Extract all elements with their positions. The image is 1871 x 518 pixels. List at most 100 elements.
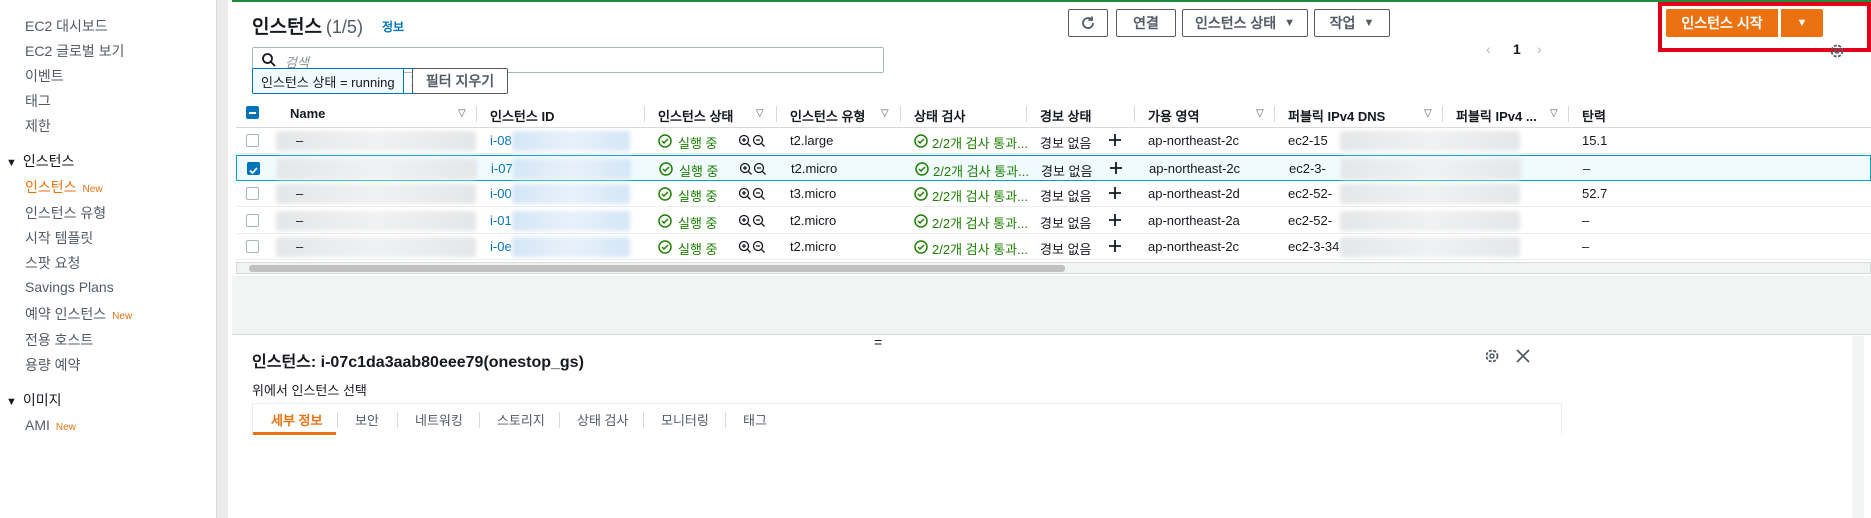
add-icon[interactable] — [1108, 213, 1122, 227]
column-divider[interactable] — [1442, 106, 1443, 122]
sidebar-item-limits[interactable]: 제한 — [25, 116, 51, 136]
column-divider[interactable] — [1274, 106, 1275, 122]
zoom-out-icon[interactable] — [752, 187, 766, 201]
row-checkbox[interactable] — [246, 187, 259, 200]
column-divider[interactable] — [644, 106, 645, 122]
add-icon[interactable] — [1108, 186, 1122, 200]
zoom-out-icon[interactable] — [752, 240, 766, 254]
connect-button[interactable]: 연결 — [1116, 9, 1176, 37]
sort-icon[interactable]: ▽ — [1256, 108, 1264, 119]
column-header-availability-zone[interactable]: 가용 영역 — [1148, 106, 1199, 125]
split-pane-divider[interactable] — [232, 334, 1871, 335]
zoom-in-icon[interactable] — [738, 240, 752, 254]
sidebar-section-instances[interactable]: ▼ 인스턴스 — [6, 151, 74, 171]
settings-gear-icon[interactable] — [1484, 348, 1500, 367]
column-divider[interactable] — [1134, 106, 1135, 122]
cell-status-check[interactable]: 2/2개 검사 통과... — [932, 133, 1028, 152]
sidebar-item-events[interactable]: 이벤트 — [25, 66, 64, 86]
vertical-scrollbar[interactable] — [1852, 336, 1864, 518]
column-divider[interactable] — [1568, 106, 1569, 122]
cell-instance-id[interactable]: i-07 — [491, 161, 513, 176]
zoom-in-icon[interactable] — [738, 134, 752, 148]
sidebar-item-launch-templates[interactable]: 시작 템플릿 — [25, 228, 93, 248]
tab-monitoring[interactable]: 모니터링 — [661, 410, 709, 429]
column-divider[interactable] — [900, 106, 901, 122]
sidebar-item-ec2-global-view[interactable]: EC2 글로벌 보기 — [25, 41, 124, 61]
zoom-out-icon[interactable] — [753, 162, 767, 176]
sort-icon[interactable]: ▽ — [1424, 108, 1432, 119]
column-header-instance-state[interactable]: 인스턴스 상태 — [658, 106, 733, 125]
sidebar-item-instance-types[interactable]: 인스턴스 유형 — [25, 203, 106, 223]
sidebar-item-spot-requests[interactable]: 스팟 요청 — [25, 253, 80, 273]
table-row[interactable]: i-07 실행 중 t2.micro 2/2개 검사 통과... 경보 없음 ap-nor… — [236, 154, 1871, 181]
cell-status-check[interactable]: 2/2개 검사 통과... — [932, 239, 1028, 258]
cell-instance-id[interactable]: i-0e — [490, 239, 512, 254]
sidebar-item-tags[interactable]: 태그 — [25, 91, 51, 111]
column-header-name[interactable]: Name — [290, 106, 325, 121]
column-header-public-dns[interactable]: 퍼블릭 IPv4 DNS — [1288, 106, 1385, 125]
prev-page-icon[interactable]: ‹ — [1486, 41, 1491, 57]
sidebar-section-images[interactable]: ▼ 이미지 — [6, 390, 62, 410]
table-row[interactable]: – i-00 실행 중 t3.micro 2/2개 검사 통과... 경보 없음 ap-no… — [236, 181, 1871, 207]
instance-state-dropdown[interactable]: 인스턴스 상태 ▼ — [1182, 9, 1308, 37]
row-checkbox[interactable] — [246, 213, 259, 227]
zoom-out-icon[interactable] — [752, 214, 766, 228]
sidebar-item-dedicated-hosts[interactable]: 전용 호스트 — [25, 330, 93, 350]
table-row[interactable]: – i-0e 실행 중 t2.micro 2/2개 검사 통과... 경보 없음 ap-no… — [236, 234, 1871, 260]
cell-instance-id[interactable]: i-01 — [490, 213, 512, 228]
add-icon[interactable] — [1109, 161, 1123, 175]
clear-filters-button[interactable]: 필터 지우기 — [412, 68, 508, 94]
sidebar-item-ami[interactable]: AMI New — [25, 417, 76, 433]
column-divider[interactable] — [1026, 106, 1027, 122]
sort-icon[interactable]: ▽ — [1550, 108, 1558, 119]
sidebar-item-capacity-reservations[interactable]: 용량 예약 — [25, 355, 80, 375]
sort-icon[interactable]: ▽ — [756, 108, 764, 119]
next-page-icon[interactable]: › — [1537, 41, 1542, 57]
column-header-instance-id[interactable]: 인스턴스 ID — [490, 106, 554, 125]
column-divider[interactable] — [476, 106, 477, 122]
sort-icon[interactable]: ▽ — [881, 108, 889, 119]
select-all-checkbox[interactable] — [246, 106, 259, 119]
column-header-instance-type[interactable]: 인스턴스 유형 — [790, 106, 865, 125]
column-header-status-check[interactable]: 상태 검사 — [914, 106, 965, 125]
sidebar-item-reserved-instances[interactable]: 예약 인스턴스 New — [25, 304, 132, 324]
tab-networking[interactable]: 네트워킹 — [415, 410, 463, 429]
horizontal-scrollbar[interactable] — [236, 262, 1871, 274]
close-icon[interactable] — [1516, 349, 1530, 366]
cell-status-check[interactable]: 2/2개 검사 통과... — [933, 161, 1029, 180]
drag-handle-icon[interactable]: = — [874, 334, 882, 350]
tab-storage[interactable]: 스토리지 — [497, 410, 545, 429]
settings-gear-icon[interactable] — [1829, 43, 1845, 62]
sidebar-scrollbar[interactable] — [216, 0, 228, 518]
table-row[interactable]: – i-01 실행 중 t2.micro 2/2개 검사 통과... 경보 없음 ap-no… — [236, 208, 1871, 234]
page-number[interactable]: 1 — [1513, 41, 1521, 57]
scroll-thumb[interactable] — [249, 265, 1065, 272]
add-icon[interactable] — [1108, 133, 1122, 147]
cell-status-check[interactable]: 2/2개 검사 통과... — [932, 186, 1028, 205]
row-checkbox[interactable] — [246, 240, 259, 253]
cell-instance-id[interactable]: i-00 — [490, 186, 512, 201]
tab-tags[interactable]: 태그 — [743, 410, 767, 429]
column-header-public-ip[interactable]: 퍼블릭 IPv4 ... — [1456, 106, 1537, 125]
column-divider[interactable] — [776, 106, 777, 122]
sort-icon[interactable]: ▽ — [458, 108, 466, 119]
column-header-elastic-ip[interactable]: 탄력 — [1582, 106, 1606, 125]
zoom-out-icon[interactable] — [752, 134, 766, 148]
sidebar-item-ec2-dashboard[interactable]: EC2 대시보드 — [25, 16, 108, 36]
row-checkbox[interactable] — [247, 161, 260, 175]
actions-dropdown[interactable]: 작업 ▼ — [1314, 9, 1390, 37]
zoom-in-icon[interactable] — [738, 187, 752, 201]
filter-token[interactable]: 인스턴스 상태 = running — [252, 68, 431, 94]
tab-security[interactable]: 보안 — [355, 410, 379, 429]
sidebar-item-savings-plans[interactable]: Savings Plans — [25, 279, 114, 295]
tab-details[interactable]: 세부 정보 — [271, 410, 322, 429]
tab-status-checks[interactable]: 상태 검사 — [577, 410, 628, 429]
add-icon[interactable] — [1108, 239, 1122, 253]
refresh-button[interactable] — [1068, 9, 1108, 37]
zoom-in-icon[interactable] — [739, 162, 753, 176]
zoom-in-icon[interactable] — [738, 214, 752, 228]
table-row[interactable]: – i-08 실행 중 t2.large 2/2개 검사 통과... 경보 없음 ap-no… — [236, 128, 1871, 154]
row-checkbox[interactable] — [246, 134, 259, 147]
info-link[interactable]: 정보 — [382, 18, 404, 35]
column-header-alarm-status[interactable]: 경보 상태 — [1040, 106, 1091, 125]
